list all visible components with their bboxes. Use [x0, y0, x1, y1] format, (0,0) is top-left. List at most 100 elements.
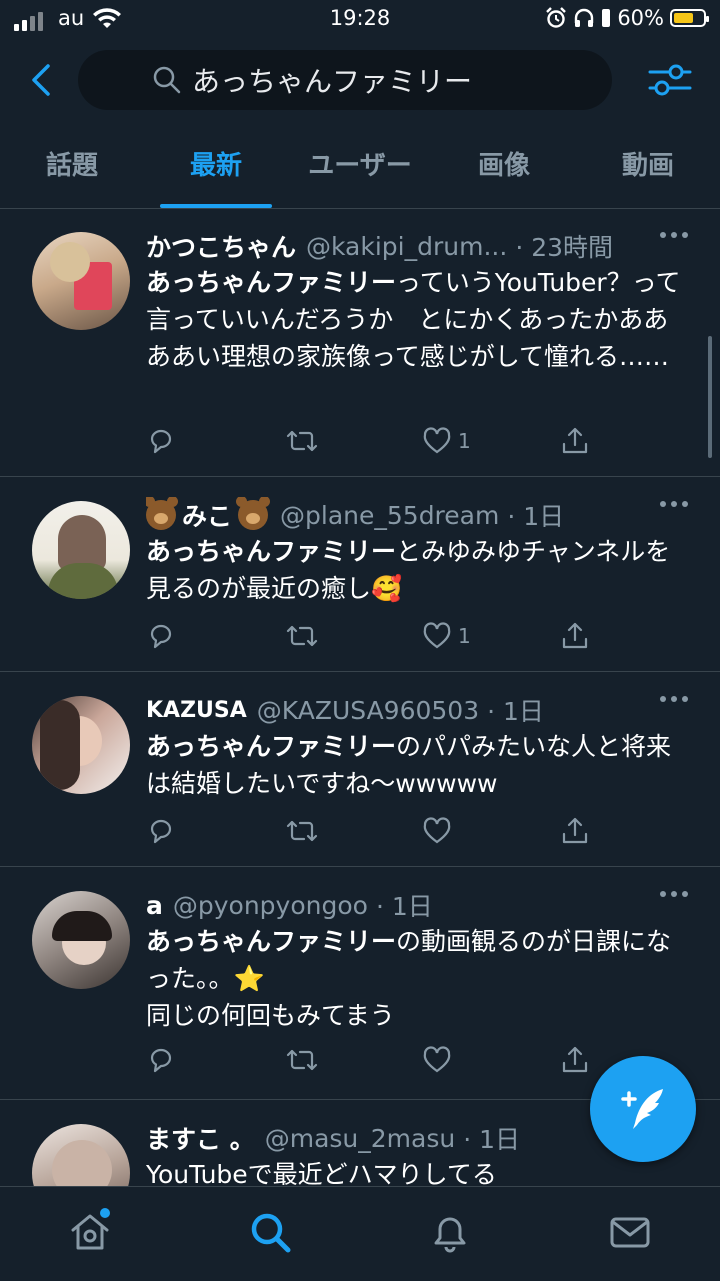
handle[interactable]: @plane_55dream [280, 501, 499, 530]
nav-home[interactable] [68, 1208, 112, 1258]
reply-button[interactable] [146, 1045, 206, 1075]
reply-icon [150, 624, 172, 649]
reply-button[interactable] [146, 816, 206, 846]
battery-icon [670, 9, 709, 27]
search-header: あっちゃんファミリー [0, 40, 720, 120]
tweet[interactable]: かつこちゃん @kakipi_drum... · 23時間 あっちゃんファミリー… [0, 208, 720, 477]
tweet-actions: 1 [146, 426, 620, 456]
like-count: 1 [458, 429, 471, 453]
like-button[interactable]: 1 [422, 427, 482, 455]
more-options-icon[interactable] [660, 696, 688, 702]
tweet-actions [146, 1045, 620, 1075]
tweet[interactable]: KAZUSA @KAZUSA960503 · 1日 あっちゃんファミリーのパパみ… [0, 672, 720, 867]
retweet-button[interactable] [284, 621, 344, 651]
keyword-highlight: あっちゃんファミリー [146, 268, 397, 297]
retweet-icon [286, 430, 318, 452]
bear-emoji-icon [146, 497, 178, 530]
avatar[interactable] [32, 501, 130, 599]
reply-icon [150, 819, 172, 844]
timestamp: · 1日 [463, 1125, 521, 1154]
orientation-lock-icon [602, 9, 611, 27]
handle[interactable]: @kakipi_drum... [306, 232, 507, 261]
like-count: 1 [458, 624, 471, 648]
tab-images[interactable]: 画像 [432, 128, 576, 208]
retweet-icon [286, 1049, 318, 1071]
messages-icon [610, 1217, 650, 1248]
nav-messages[interactable] [608, 1210, 652, 1258]
bottom-navigation [0, 1186, 720, 1281]
more-options-icon[interactable] [660, 891, 688, 897]
retweet-icon [286, 820, 318, 842]
like-button[interactable] [422, 817, 482, 845]
headphones-icon [575, 8, 594, 27]
scrollbar[interactable] [708, 336, 712, 458]
display-name[interactable]: ますこ 。 [146, 1120, 255, 1156]
search-tabs: 話題 最新 ユーザー 画像 動画 [0, 128, 720, 209]
handle[interactable]: @masu_2masu [265, 1124, 456, 1153]
share-button[interactable] [560, 621, 620, 651]
bear-emoji-icon [236, 497, 271, 530]
like-button[interactable] [422, 1046, 482, 1074]
retweet-button[interactable] [284, 816, 344, 846]
timestamp: · 1日 [507, 502, 565, 531]
heart-icon [423, 427, 451, 454]
tab-latest[interactable]: 最新 [144, 128, 288, 208]
keyword-highlight: あっちゃんファミリー [146, 537, 397, 566]
heart-icon [423, 1046, 451, 1073]
tweet-text: あっちゃんファミリーの動画観るのが日課になった。。⭐ 同じの何回もみてまう [146, 923, 690, 1034]
keyword-highlight: あっちゃんファミリー [146, 927, 397, 956]
avatar[interactable] [32, 891, 130, 989]
new-content-indicator [100, 1208, 110, 1218]
compose-tweet-icon [621, 1089, 663, 1129]
tab-videos[interactable]: 動画 [576, 128, 720, 208]
search-query: あっちゃんファミリー [192, 65, 473, 98]
display-name[interactable]: a [146, 891, 163, 920]
avatar[interactable] [32, 696, 130, 794]
filter-sliders-icon[interactable] [648, 58, 692, 102]
retweet-button[interactable] [284, 426, 344, 456]
search-icon [251, 1213, 291, 1253]
search-input[interactable]: あっちゃんファミリー [78, 50, 612, 110]
tab-users[interactable]: ユーザー [288, 128, 432, 208]
tweet-text: あっちゃんファミリーっていうYouTuber？って言っていいんだろうか とにかく… [146, 264, 690, 375]
retweet-button[interactable] [284, 1045, 344, 1075]
display-name[interactable]: かつこちゃん [146, 228, 296, 264]
display-name[interactable]: みこ [182, 497, 232, 533]
reply-button[interactable] [146, 621, 206, 651]
tab-trending[interactable]: 話題 [0, 128, 144, 208]
heart-icon [423, 817, 451, 844]
like-button[interactable]: 1 [422, 622, 482, 650]
timestamp: · 1日 [487, 697, 544, 726]
display-name[interactable]: KAZUSA [146, 698, 247, 723]
reply-icon [150, 1048, 172, 1073]
star-emoji: ⭐ [233, 964, 265, 993]
compose-tweet-button[interactable] [590, 1056, 696, 1162]
notifications-icon [434, 1217, 466, 1253]
smiling-face-hearts-emoji: 🥰 [371, 574, 403, 603]
reply-button[interactable] [146, 426, 206, 456]
status-bar: au 19:28 60% [0, 0, 720, 40]
search-icon [153, 66, 181, 94]
tweet[interactable]: みこ @plane_55dream · 1日 あっちゃんファミリーとみゆみゆチャ… [0, 477, 720, 672]
share-icon [562, 427, 588, 454]
handle[interactable]: @pyonpyongoo [173, 891, 368, 920]
back-chevron-icon[interactable] [22, 60, 62, 100]
share-icon [562, 1046, 588, 1073]
avatar[interactable] [32, 232, 130, 330]
nav-search[interactable] [248, 1210, 292, 1258]
alarm-icon [546, 7, 567, 28]
share-button[interactable] [560, 816, 620, 846]
tweet-text: あっちゃんファミリーのパパみたいな人と将来は結婚したいですね〜wwwww [146, 728, 690, 802]
handle[interactable]: @KAZUSA960503 [257, 696, 479, 725]
tweet-actions [146, 816, 620, 846]
share-button[interactable] [560, 426, 620, 456]
battery-percent: 60% [617, 6, 664, 30]
tweet-text-line2: 同じの何回もみてまう [146, 1001, 395, 1030]
timestamp: · 1日 [375, 892, 433, 921]
keyword-highlight: あっちゃんファミリー [146, 732, 397, 761]
more-options-icon[interactable] [660, 232, 688, 238]
retweet-icon [286, 625, 318, 647]
share-icon [562, 817, 588, 844]
more-options-icon[interactable] [660, 501, 688, 507]
nav-notifications[interactable] [428, 1210, 472, 1258]
